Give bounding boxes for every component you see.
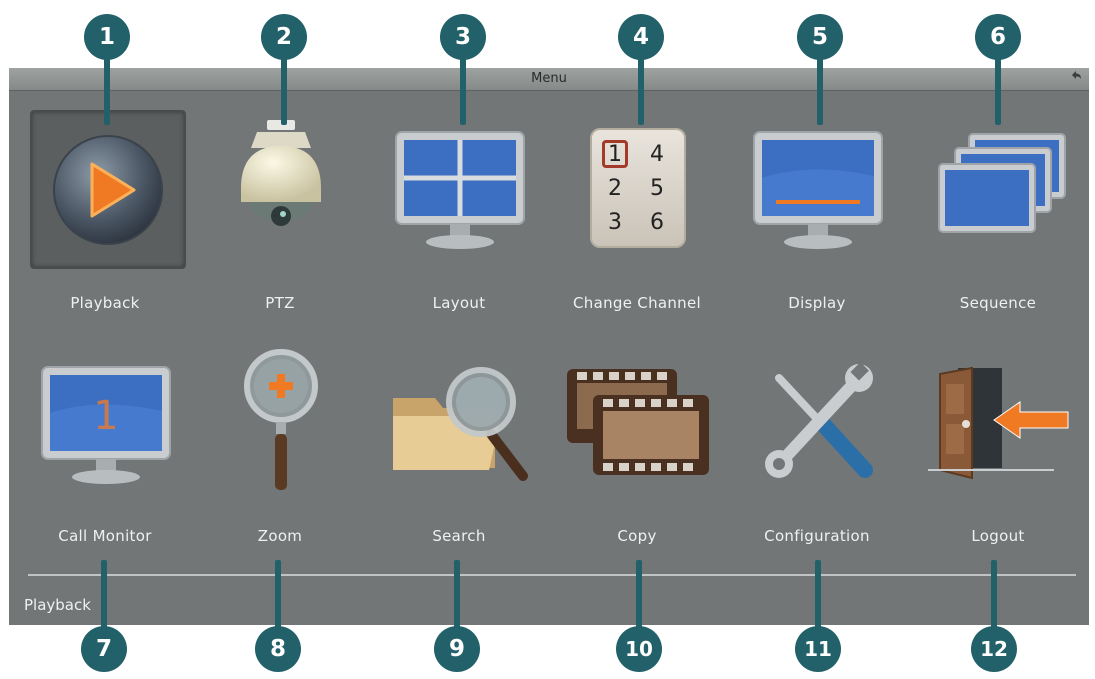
callout-8: 8 — [255, 626, 301, 672]
label-logout: Logout — [971, 527, 1025, 545]
sequence-icon — [938, 132, 1066, 233]
callout-line — [817, 55, 823, 125]
status-text: Playback — [24, 596, 91, 614]
display-icon — [753, 130, 883, 249]
menu-item-ptz[interactable]: PTZ — [185, 70, 357, 312]
callout-2: 2 — [261, 14, 307, 60]
menu-item-copy[interactable]: Copy — [542, 305, 714, 545]
zoom-icon — [244, 348, 318, 490]
callout-line — [638, 55, 644, 125]
callout-line — [995, 55, 1001, 125]
status-divider — [28, 574, 1076, 576]
playback-icon-frame — [30, 110, 186, 269]
menu-item-search[interactable]: Search — [364, 305, 536, 545]
ptz-camera-icon — [241, 119, 321, 226]
callout-1: 1 — [84, 14, 130, 60]
copy-icon-frame — [562, 345, 714, 500]
callout-11: 11 — [795, 626, 841, 672]
label-call-monitor: Call Monitor — [58, 527, 152, 545]
layout-icon-frame — [384, 110, 536, 265]
callout-12: 12 — [971, 626, 1017, 672]
channel-number: 6 — [650, 209, 664, 235]
display-icon-frame — [742, 110, 894, 265]
menu-item-change-channel[interactable]: 1 4 2 5 3 6 Change Channel — [542, 70, 714, 312]
call-monitor-number: 1 — [93, 393, 118, 439]
callout-3: 3 — [440, 14, 486, 60]
callout-6: 6 — [975, 14, 1021, 60]
menu-item-zoom[interactable]: Zoom — [185, 305, 357, 545]
channel-number: 1 — [608, 141, 622, 167]
logout-icon-frame — [923, 345, 1075, 500]
layout-icon — [395, 130, 525, 249]
label-copy: Copy — [617, 527, 657, 545]
callout-10: 10 — [616, 626, 662, 672]
configuration-icon-frame — [742, 345, 894, 500]
call-monitor-icon-frame: 1 — [30, 345, 182, 500]
menu-item-display[interactable]: Display — [722, 70, 894, 312]
channel-number: 2 — [608, 175, 622, 201]
menu-item-logout[interactable]: Logout — [903, 305, 1075, 545]
callout-line — [104, 55, 110, 125]
copy-icon — [567, 368, 709, 475]
callout-4: 4 — [618, 14, 664, 60]
menu-item-configuration[interactable]: Configuration — [722, 305, 894, 545]
channel-number: 5 — [650, 175, 664, 201]
label-configuration: Configuration — [764, 527, 870, 545]
configuration-icon — [765, 361, 873, 478]
call-monitor-icon: 1 — [41, 365, 171, 484]
channel-number: 4 — [650, 141, 664, 167]
menu-item-call-monitor[interactable]: 1 Call Monitor — [10, 305, 182, 545]
change-channel-icon: 1 4 2 5 3 6 — [590, 127, 686, 248]
logout-icon — [928, 366, 1069, 479]
channel-number: 3 — [608, 209, 622, 235]
callout-line — [281, 55, 287, 125]
zoom-icon-frame — [205, 345, 357, 500]
callout-7: 7 — [81, 626, 127, 672]
change-channel-icon-frame: 1 4 2 5 3 6 — [562, 110, 714, 265]
callout-line — [460, 55, 466, 125]
callout-5: 5 — [797, 14, 843, 60]
label-zoom: Zoom — [257, 527, 303, 545]
menu-item-layout[interactable]: Layout — [364, 70, 536, 312]
menu-item-playback[interactable]: Playback — [10, 70, 186, 312]
callout-9: 9 — [434, 626, 480, 672]
label-search: Search — [432, 527, 486, 545]
search-icon — [393, 366, 528, 481]
sequence-icon-frame — [923, 110, 1075, 265]
menu-item-sequence[interactable]: Sequence — [903, 70, 1075, 312]
playback-icon — [53, 134, 163, 245]
ptz-icon-frame — [205, 110, 357, 265]
search-icon-frame — [384, 345, 536, 500]
